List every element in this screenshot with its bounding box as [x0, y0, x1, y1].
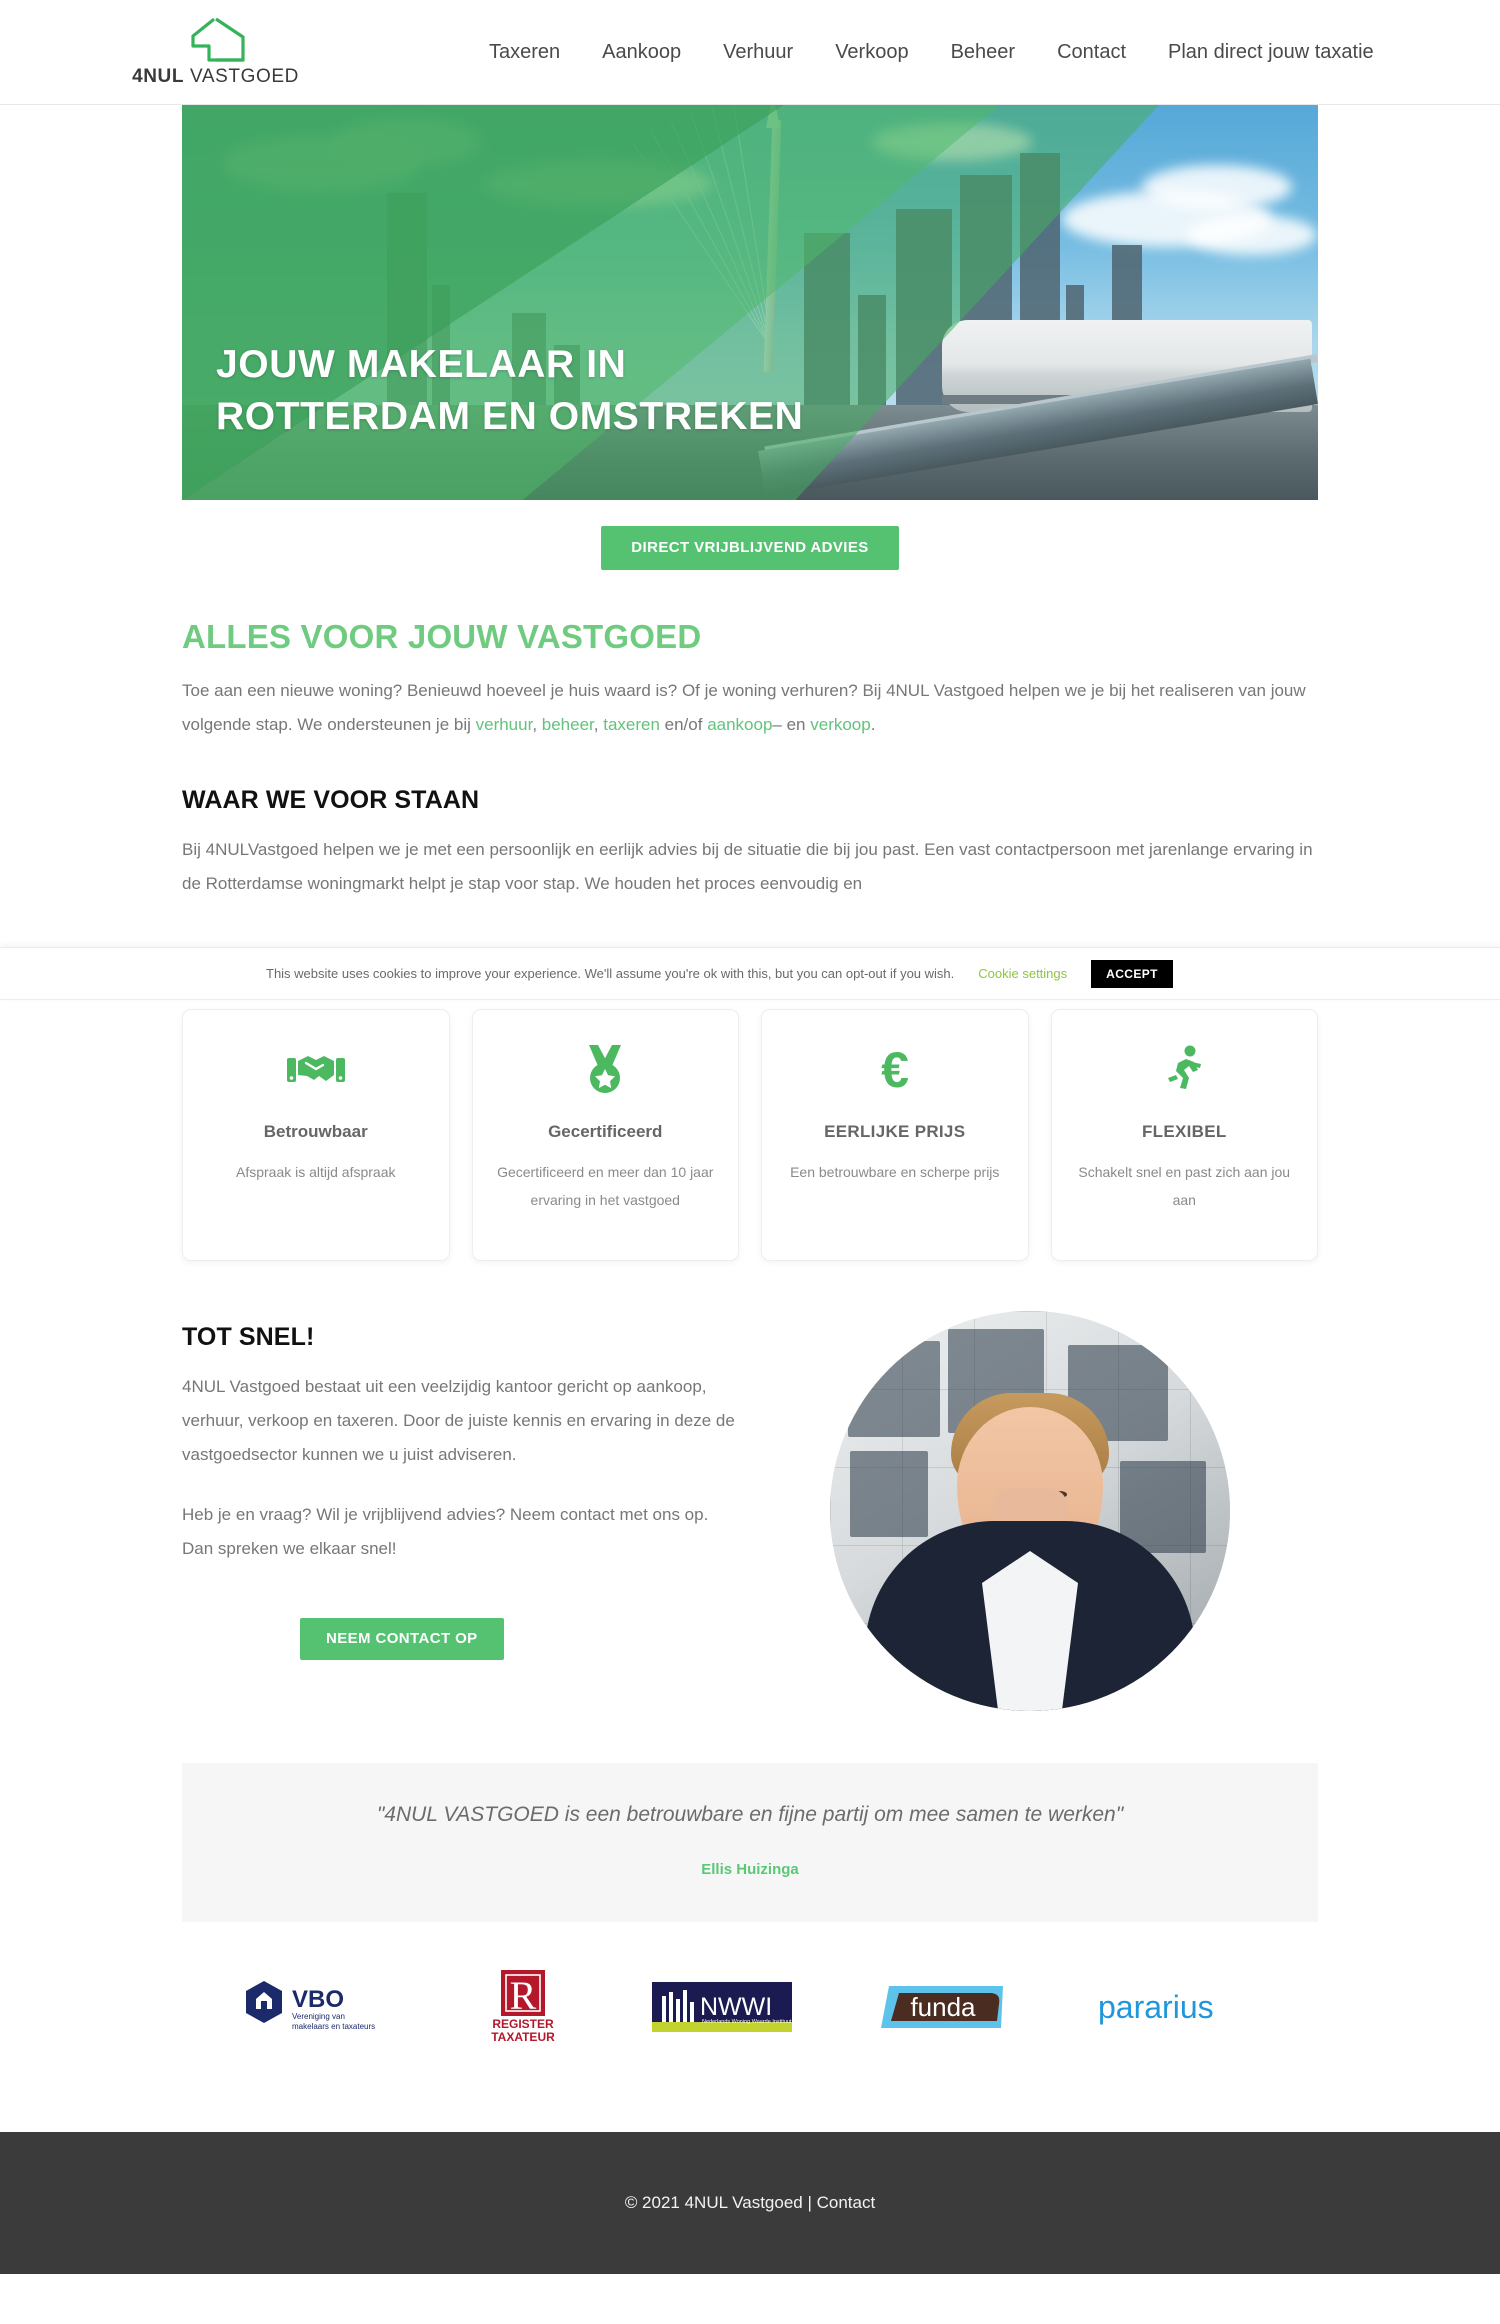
- feature-card-eerlijke-prijs: € EERLIJKE PRIJS Een betrouwbare en sche…: [761, 1009, 1029, 1261]
- svg-text:€: €: [881, 1045, 909, 1095]
- svg-text:R: R: [510, 1973, 537, 2018]
- handshake-icon: [201, 1044, 431, 1096]
- main-navigation: Taxeren Aankoop Verhuur Verkoop Beheer C…: [468, 41, 1395, 64]
- about-heading: TOT SNEL!: [182, 1323, 315, 1351]
- svg-text:pararius: pararius: [1098, 1989, 1214, 2025]
- svg-text:NWWI: NWWI: [700, 1993, 772, 2021]
- footer-copyright: © 2021 4NUL Vastgoed | Contact: [625, 2193, 875, 2213]
- brand-logo[interactable]: 4NUL VASTGOED: [128, 16, 303, 88]
- feature-card-desc: Gecertificeerd en meer dan 10 jaar ervar…: [497, 1164, 714, 1208]
- intro-paragraph: Toe aan een nieuwe woning? Benieuwd hoev…: [182, 674, 1318, 742]
- partner-logo-pararius[interactable]: pararius: [1098, 1974, 1258, 2040]
- nav-item-plan-taxatie[interactable]: Plan direct jouw taxatie: [1147, 41, 1395, 64]
- link-verhuur[interactable]: verhuur: [476, 715, 533, 734]
- feature-card-desc: Schakelt snel en past zich aan jou aan: [1078, 1164, 1291, 1208]
- feature-cards: Betrouwbaar Afspraak is altijd afspraak …: [182, 1009, 1318, 1261]
- partner-logo-nwwi[interactable]: NWWI Nederlands Woning Waarde Instituut: [652, 1974, 792, 2040]
- partner-logo-funda[interactable]: funda: [877, 1974, 1013, 2040]
- svg-text:funda: funda: [910, 1992, 976, 2022]
- intro-sep-1: ,: [532, 715, 542, 734]
- hero-banner: JOUW MAKELAAR IN ROTTERDAM EN OMSTREKEN: [182, 105, 1318, 500]
- nav-item-verhuur[interactable]: Verhuur: [702, 41, 814, 64]
- intro-sep-2: ,: [593, 715, 604, 734]
- testimonial-author: Ellis Huizinga: [701, 1861, 799, 1878]
- hero-title: JOUW MAKELAAR IN ROTTERDAM EN OMSTREKEN: [216, 339, 803, 442]
- link-aankoop[interactable]: aankoop: [707, 715, 772, 734]
- cookie-notice-text: This website uses cookies to improve you…: [266, 966, 955, 981]
- feature-card-title: Gecertificeerd: [548, 1122, 663, 1141]
- about-image-column: [742, 1301, 1318, 1711]
- brand-name: 4NUL VASTGOED: [132, 66, 299, 87]
- svg-text:Vereniging van: Vereniging van: [292, 2012, 345, 2021]
- hero-title-line-1: JOUW MAKELAAR IN: [216, 343, 627, 387]
- house-logo-icon: [185, 16, 247, 62]
- portrait-shirt: [982, 1551, 1078, 1711]
- partner-logo-register-taxateur[interactable]: R REGISTER TAXATEUR: [477, 1970, 567, 2044]
- values-heading: WAAR WE VOOR STAAN: [182, 786, 480, 814]
- about-text-column: TOT SNEL! 4NUL Vastgoed bestaat uit een …: [182, 1301, 742, 1711]
- about-cta-row: NEEM CONTACT OP: [182, 1618, 742, 1660]
- nav-item-aankoop[interactable]: Aankoop: [581, 41, 702, 64]
- feature-card-desc: Een betrouwbare en scherpe prijs: [790, 1164, 1000, 1180]
- nav-item-taxeren[interactable]: Taxeren: [468, 41, 581, 64]
- feature-card-title: FLEXIBEL: [1141, 1122, 1227, 1141]
- testimonial-section: "4NUL VASTGOED is een betrouwbare en fij…: [182, 1763, 1318, 1922]
- link-taxeren[interactable]: taxeren: [603, 715, 660, 734]
- intro-period: .: [870, 715, 876, 734]
- feature-card-title: EERLIJKE PRIJS: [824, 1122, 966, 1141]
- site-footer: © 2021 4NUL Vastgoed | Contact: [0, 2132, 1500, 2274]
- svg-text:Nederlands Woning Waarde Insti: Nederlands Woning Waarde Instituut: [702, 2019, 792, 2025]
- svg-text:makelaars en taxateurs: makelaars en taxateurs: [292, 2022, 375, 2031]
- testimonial-quote: "4NUL VASTGOED is een betrouwbare en fij…: [376, 1803, 1124, 1826]
- partner-logos: VBO Vereniging van makelaars en taxateur…: [182, 1960, 1318, 2062]
- cookie-accept-button[interactable]: ACCEPT: [1091, 959, 1173, 988]
- intro-dash: – en: [772, 715, 811, 734]
- site-header: 4NUL VASTGOED Taxeren Aankoop Verhuur Ve…: [0, 0, 1500, 105]
- feature-card-title: Betrouwbaar: [263, 1122, 368, 1141]
- nav-item-beheer[interactable]: Beheer: [930, 41, 1037, 64]
- values-paragraph: Bij 4NULVastgoed helpen we je met een pe…: [182, 840, 1313, 893]
- link-beheer[interactable]: beheer: [542, 715, 594, 734]
- hero-section: JOUW MAKELAAR IN ROTTERDAM EN OMSTREKEN: [0, 105, 1500, 500]
- svg-text:REGISTER: REGISTER: [492, 2017, 554, 2031]
- hero-title-line-2: ROTTERDAM EN OMSTREKEN: [216, 394, 804, 438]
- about-section: TOT SNEL! 4NUL Vastgoed bestaat uit een …: [182, 1301, 1318, 1711]
- intro-mid: en/of: [659, 715, 708, 734]
- about-paragraph-1: 4NUL Vastgoed bestaat uit een veelzijdig…: [182, 1377, 735, 1464]
- portrait-photo: [830, 1311, 1230, 1711]
- direct-advies-button[interactable]: DIRECT VRIJBLIJVEND ADVIES: [601, 526, 899, 570]
- intro-heading: ALLES VOOR JOUW VASTGOED: [182, 618, 702, 655]
- euro-icon: €: [780, 1044, 1010, 1096]
- feature-card-desc: Afspraak is altijd afspraak: [235, 1164, 396, 1180]
- cookie-settings-link[interactable]: Cookie settings: [978, 966, 1067, 981]
- cookie-notice-bar: This website uses cookies to improve you…: [0, 947, 1500, 1000]
- neem-contact-op-button[interactable]: NEEM CONTACT OP: [300, 1618, 504, 1660]
- medal-icon: [491, 1044, 721, 1096]
- svg-text:TAXATEUR: TAXATEUR: [491, 2030, 555, 2044]
- link-verkoop[interactable]: verkoop: [810, 715, 870, 734]
- running-person-icon: [1070, 1044, 1300, 1096]
- partner-logo-vbo[interactable]: VBO Vereniging van makelaars en taxateur…: [242, 1974, 392, 2040]
- about-paragraph-2: Heb je en vraag? Wil je vrijblijvend adv…: [182, 1505, 709, 1558]
- nav-item-verkoop[interactable]: Verkoop: [814, 41, 929, 64]
- feature-card-gecertificeerd: Gecertificeerd Gecertificeerd en meer da…: [471, 1009, 739, 1261]
- footer-contact-link[interactable]: Contact: [817, 2193, 876, 2212]
- hero-cta-row: DIRECT VRIJBLIJVEND ADVIES: [0, 526, 1500, 570]
- footer-copyright-text: © 2021 4NUL Vastgoed |: [624, 2193, 817, 2212]
- feature-card-betrouwbaar: Betrouwbaar Afspraak is altijd afspraak: [182, 1009, 450, 1261]
- nav-item-contact[interactable]: Contact: [1036, 41, 1147, 64]
- svg-text:VBO: VBO: [292, 1986, 344, 2013]
- feature-card-flexibel: FLEXIBEL Schakelt snel en past zich aan …: [1050, 1009, 1318, 1261]
- main-content: ALLES VOOR JOUW VASTGOED Toe aan een nie…: [182, 618, 1318, 2062]
